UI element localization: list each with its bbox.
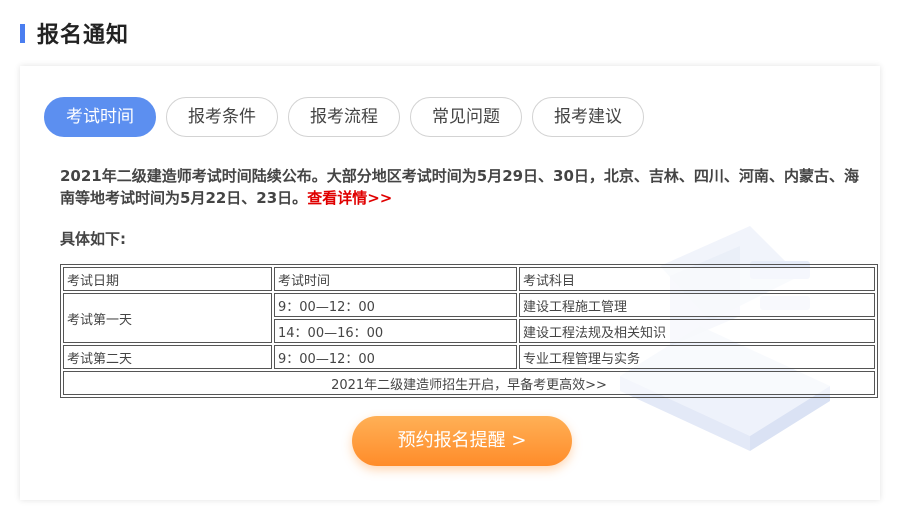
section-header: 报名通知 — [20, 18, 129, 48]
table-footer-link[interactable]: 2021年二级建造师招生开启，早备考更高效>> — [63, 371, 875, 395]
day1-subject2: 建设工程法规及相关知识 — [519, 319, 875, 343]
table-footer-row: 2021年二级建造师招生开启，早备考更高效>> — [63, 371, 875, 395]
tab-advice[interactable]: 报考建议 — [532, 97, 644, 137]
day1-subject1: 建设工程施工管理 — [519, 293, 875, 317]
notice-text-block: 2021年二级建造师考试时间陆续公布。大部分地区考试时间为5月29日、30日，北… — [60, 165, 860, 209]
day1-date: 考试第一天 — [63, 293, 272, 343]
notice-text: 2021年二级建造师考试时间陆续公布。大部分地区考试时间为5月29日、30日，北… — [60, 167, 859, 207]
day1-time1: 9：00—12：00 — [274, 293, 517, 317]
tab-process[interactable]: 报考流程 — [288, 97, 400, 137]
notice-card: 考试时间 报考条件 报考流程 常见问题 报考建议 2021年二级建造师考试时间陆… — [20, 66, 880, 500]
reserve-reminder-button[interactable]: 预约报名提醒 > — [352, 416, 572, 466]
day2-subject1: 专业工程管理与实务 — [519, 345, 875, 369]
tab-eligibility[interactable]: 报考条件 — [166, 97, 278, 137]
view-details-link[interactable]: 查看详情>> — [307, 189, 392, 207]
table-row: 考试第二天 9：00—12：00 专业工程管理与实务 — [63, 345, 875, 369]
table-row: 考试第一天 9：00—12：00 建设工程施工管理 — [63, 293, 875, 343]
header-time: 考试时间 — [274, 267, 517, 291]
exam-schedule-table: 考试日期 考试时间 考试科目 考试第一天 9：00—12：00 建设工程施工管理… — [60, 264, 878, 398]
detail-label: 具体如下: — [60, 230, 126, 248]
header-date: 考试日期 — [63, 267, 272, 291]
tab-bar: 考试时间 报考条件 报考流程 常见问题 报考建议 — [44, 97, 654, 137]
header-subject: 考试科目 — [519, 267, 875, 291]
table-header-row: 考试日期 考试时间 考试科目 — [63, 267, 875, 291]
day2-date: 考试第二天 — [63, 345, 272, 369]
title-accent-bar — [20, 23, 25, 43]
section-title: 报名通知 — [37, 23, 130, 48]
day2-time1: 9：00—12：00 — [274, 345, 517, 369]
day1-time2: 14：00—16：00 — [274, 319, 517, 343]
tab-faq[interactable]: 常见问题 — [410, 97, 522, 137]
tab-exam-time[interactable]: 考试时间 — [44, 97, 156, 137]
